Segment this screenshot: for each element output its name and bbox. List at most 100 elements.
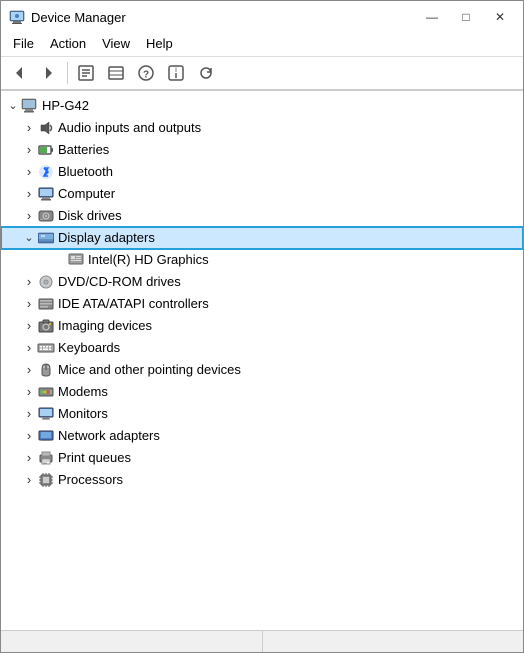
device-manager-window: Device Manager — □ ✕ File Action View He… [0, 0, 524, 653]
imaging-label: Imaging devices [58, 316, 152, 336]
batteries-expander[interactable] [21, 142, 37, 158]
root-label: HP-G42 [42, 96, 89, 116]
display-adapter-icon [37, 229, 55, 247]
toolbar-separator-1 [67, 62, 68, 84]
intel-icon [67, 251, 85, 269]
dvd-expander[interactable] [21, 274, 37, 290]
tree-item-mice[interactable]: Mice and other pointing devices [1, 359, 523, 381]
computer-label: Computer [58, 184, 115, 204]
audio-icon [37, 119, 55, 137]
battery-icon [37, 141, 55, 159]
tree-item-intel-graphics[interactable]: Intel(R) HD Graphics [1, 249, 523, 271]
display-expander[interactable] [21, 230, 37, 246]
processors-expander[interactable] [21, 472, 37, 488]
tree-item-display[interactable]: Display adapters [1, 227, 523, 249]
print-expander[interactable] [21, 450, 37, 466]
refresh-button[interactable] [192, 60, 220, 86]
window-title: Device Manager [31, 10, 417, 25]
tree-item-audio[interactable]: Audio inputs and outputs [1, 117, 523, 139]
bluetooth-label: Bluetooth [58, 162, 113, 182]
mice-icon [37, 361, 55, 379]
status-bar [1, 630, 523, 652]
monitors-label: Monitors [58, 404, 108, 424]
imaging-expander[interactable] [21, 318, 37, 334]
bluetooth-expander[interactable] [21, 164, 37, 180]
list-button[interactable] [102, 60, 130, 86]
network-label: Network adapters [58, 426, 160, 446]
tree-item-dvd[interactable]: DVD/CD-ROM drives [1, 271, 523, 293]
modems-expander[interactable] [21, 384, 37, 400]
tree-item-monitors[interactable]: Monitors [1, 403, 523, 425]
minimize-button[interactable]: — [417, 7, 447, 27]
properties-button[interactable] [72, 60, 100, 86]
ide-icon [37, 295, 55, 313]
close-button[interactable]: ✕ [485, 7, 515, 27]
menu-action[interactable]: Action [42, 33, 94, 54]
network-icon [37, 427, 55, 445]
ide-label: IDE ATA/ATAPI controllers [58, 294, 209, 314]
forward-button[interactable] [35, 60, 63, 86]
print-label: Print queues [58, 448, 131, 468]
intel-label: Intel(R) HD Graphics [88, 250, 209, 270]
batteries-label: Batteries [58, 140, 109, 160]
tree-item-ide[interactable]: IDE ATA/ATAPI controllers [1, 293, 523, 315]
keyboard-icon [37, 339, 55, 357]
tree-item-bluetooth[interactable]: Bluetooth [1, 161, 523, 183]
tree-item-batteries[interactable]: Batteries [1, 139, 523, 161]
imaging-icon [37, 317, 55, 335]
tree-item-computer[interactable]: Computer [1, 183, 523, 205]
tree-item-network[interactable]: Network adapters [1, 425, 523, 447]
menu-file[interactable]: File [5, 33, 42, 54]
modems-label: Modems [58, 382, 108, 402]
toolbar: ? i [1, 57, 523, 90]
help-button[interactable]: ? [132, 60, 160, 86]
window-controls: — □ ✕ [417, 7, 515, 27]
disk-icon [37, 207, 55, 225]
computer-icon [21, 97, 39, 115]
disk-expander[interactable] [21, 208, 37, 224]
tree-item-processors[interactable]: Processors [1, 469, 523, 491]
print-icon [37, 449, 55, 467]
root-expander[interactable] [5, 98, 21, 114]
modems-icon [37, 383, 55, 401]
tree-root[interactable]: HP-G42 [1, 95, 523, 117]
monitors-expander[interactable] [21, 406, 37, 422]
keyboards-label: Keyboards [58, 338, 120, 358]
menu-help[interactable]: Help [138, 33, 181, 54]
device-tree[interactable]: HP-G42 Audio inputs and outputs [1, 91, 523, 630]
menu-view[interactable]: View [94, 33, 138, 54]
info-button[interactable]: i [162, 60, 190, 86]
bluetooth-icon [37, 163, 55, 181]
network-expander[interactable] [21, 428, 37, 444]
menu-bar: File Action View Help [1, 31, 523, 57]
tree-item-print[interactable]: Print queues [1, 447, 523, 469]
display-label: Display adapters [58, 228, 155, 248]
computer-expander[interactable] [21, 186, 37, 202]
tree-item-keyboards[interactable]: Keyboards [1, 337, 523, 359]
tree-item-modems[interactable]: Modems [1, 381, 523, 403]
mice-label: Mice and other pointing devices [58, 360, 241, 380]
svg-text:i: i [175, 65, 177, 74]
keyboards-expander[interactable] [21, 340, 37, 356]
dvd-label: DVD/CD-ROM drives [58, 272, 181, 292]
audio-label: Audio inputs and outputs [58, 118, 201, 138]
status-pane-left [1, 631, 263, 652]
disk-label: Disk drives [58, 206, 122, 226]
dvd-icon [37, 273, 55, 291]
mice-expander[interactable] [21, 362, 37, 378]
processors-icon [37, 471, 55, 489]
audio-expander[interactable] [21, 120, 37, 136]
content-area: HP-G42 Audio inputs and outputs [1, 90, 523, 630]
ide-expander[interactable] [21, 296, 37, 312]
maximize-button[interactable]: □ [451, 7, 481, 27]
tree-item-imaging[interactable]: Imaging devices [1, 315, 523, 337]
status-pane-right [263, 631, 524, 652]
tree-item-disk[interactable]: Disk drives [1, 205, 523, 227]
computer-item-icon [37, 185, 55, 203]
processors-label: Processors [58, 470, 123, 490]
app-icon [9, 9, 25, 25]
back-button[interactable] [5, 60, 33, 86]
svg-text:?: ? [143, 70, 149, 81]
title-bar: Device Manager — □ ✕ [1, 1, 523, 31]
monitors-icon [37, 405, 55, 423]
